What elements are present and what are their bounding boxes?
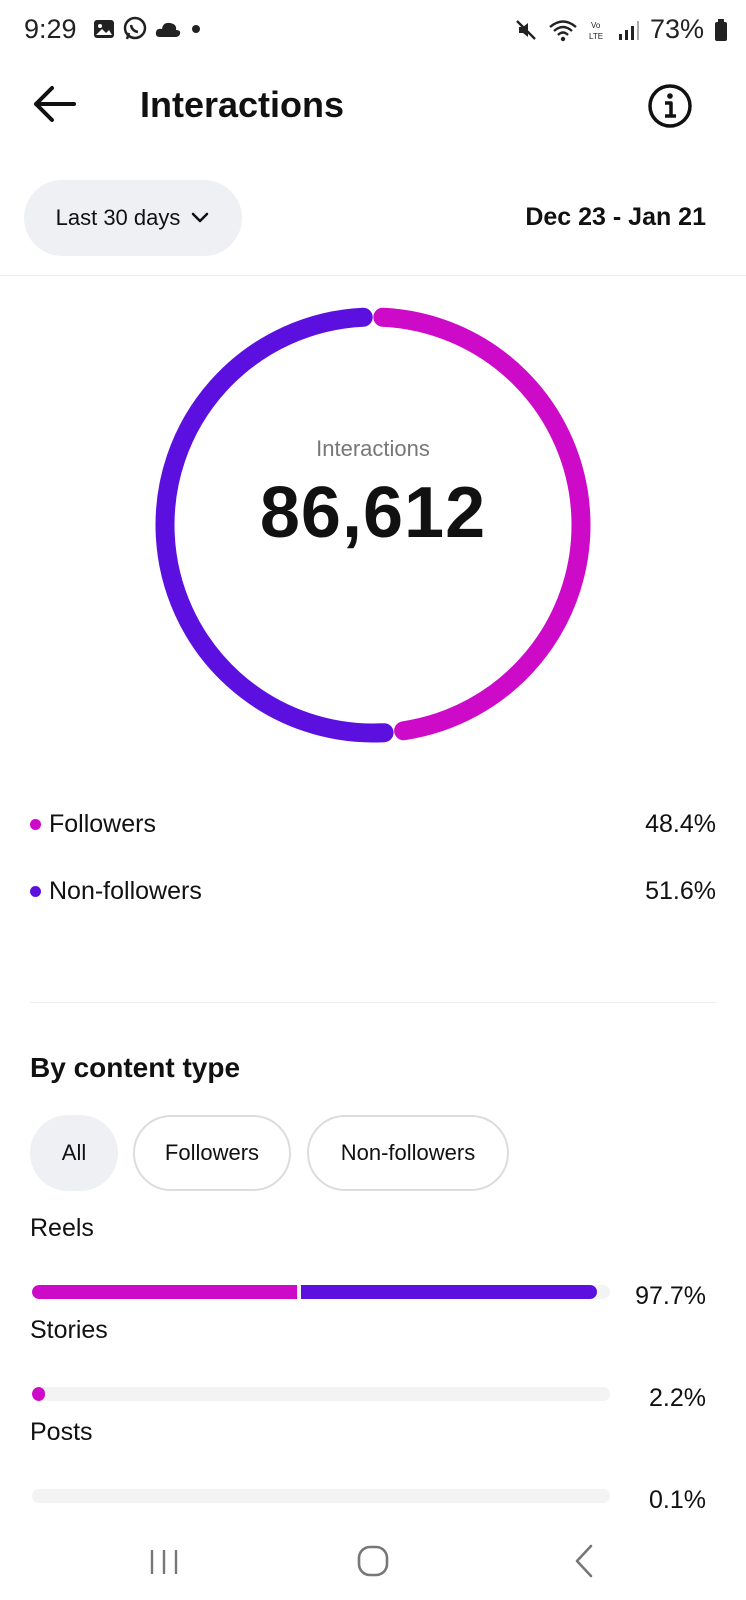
summary-label: Interactions <box>316 436 430 461</box>
bar-segment-followers-stories <box>32 1387 45 1401</box>
home-button[interactable] <box>355 1543 391 1579</box>
legend-dot-non-followers <box>30 885 41 897</box>
back-button[interactable] <box>30 82 80 126</box>
battery-percent: 73% <box>649 14 704 44</box>
mute-icon <box>516 19 536 40</box>
recent-apps-button[interactable] <box>148 1548 180 1576</box>
legend-value: 51.6% <box>645 876 716 905</box>
chip-all[interactable]: All <box>30 1115 118 1191</box>
page-title: Interactions <box>140 84 345 125</box>
content-value-stories: 2.2% <box>649 1384 706 1412</box>
whatsapp-icon <box>123 16 147 40</box>
svg-text:LTE: LTE <box>589 32 603 41</box>
content-label-stories: Stories <box>30 1316 108 1344</box>
content-value-posts: 0.1% <box>649 1486 706 1514</box>
status-right: Vo LTE 73% <box>514 14 728 45</box>
divider <box>0 275 746 276</box>
divider <box>30 1002 716 1003</box>
recent-apps-icon <box>150 1550 178 1574</box>
home-icon <box>357 1545 389 1577</box>
battery-icon <box>715 18 727 41</box>
section-title: By content type <box>30 1052 241 1083</box>
info-icon <box>648 84 692 128</box>
back-arrow-icon <box>34 86 76 122</box>
legend-label: Followers <box>49 809 156 838</box>
nav-back-button[interactable] <box>573 1542 595 1580</box>
cloud-icon <box>155 22 181 37</box>
volte-icon: Vo LTE <box>589 21 603 41</box>
date-range-label: Last 30 days <box>55 205 181 230</box>
status-time: 9:29 <box>24 14 77 44</box>
legend-value: 48.4% <box>645 809 716 838</box>
content-label-posts: Posts <box>30 1418 93 1446</box>
bar-segment-followers-reels <box>32 1285 298 1299</box>
content-bar-posts <box>32 1489 610 1503</box>
back-icon <box>575 1544 593 1578</box>
legend-item-non-followers: Non-followers 51.6% <box>30 873 716 909</box>
legend-label: Non-followers <box>49 876 202 905</box>
content-value-reels: 97.7% <box>635 1282 706 1310</box>
chip-followers[interactable]: Followers <box>133 1115 291 1191</box>
dot-icon <box>192 25 200 33</box>
date-range-dates: Dec 23 - Jan 21 <box>525 203 706 231</box>
legend-item-followers: Followers 48.4% <box>30 806 716 842</box>
content-bar-stories <box>32 1387 610 1401</box>
svg-text:Vo: Vo <box>591 21 601 30</box>
image-icon <box>94 20 114 38</box>
wifi-icon <box>549 19 577 41</box>
chip-non-followers[interactable]: Non-followers <box>307 1115 509 1191</box>
bar-segment-non-followers-reels <box>301 1285 597 1299</box>
signal-icon <box>618 20 639 40</box>
summary-value: 86,612 <box>259 473 487 553</box>
legend-dot-followers <box>30 818 41 830</box>
status-left-icons <box>92 16 204 42</box>
chevron-down-icon <box>192 212 209 223</box>
info-button[interactable] <box>646 82 694 130</box>
content-label-reels: Reels <box>30 1214 94 1242</box>
content-bar-reels <box>32 1285 610 1299</box>
date-range-selector[interactable]: Last 30 days <box>24 180 242 256</box>
